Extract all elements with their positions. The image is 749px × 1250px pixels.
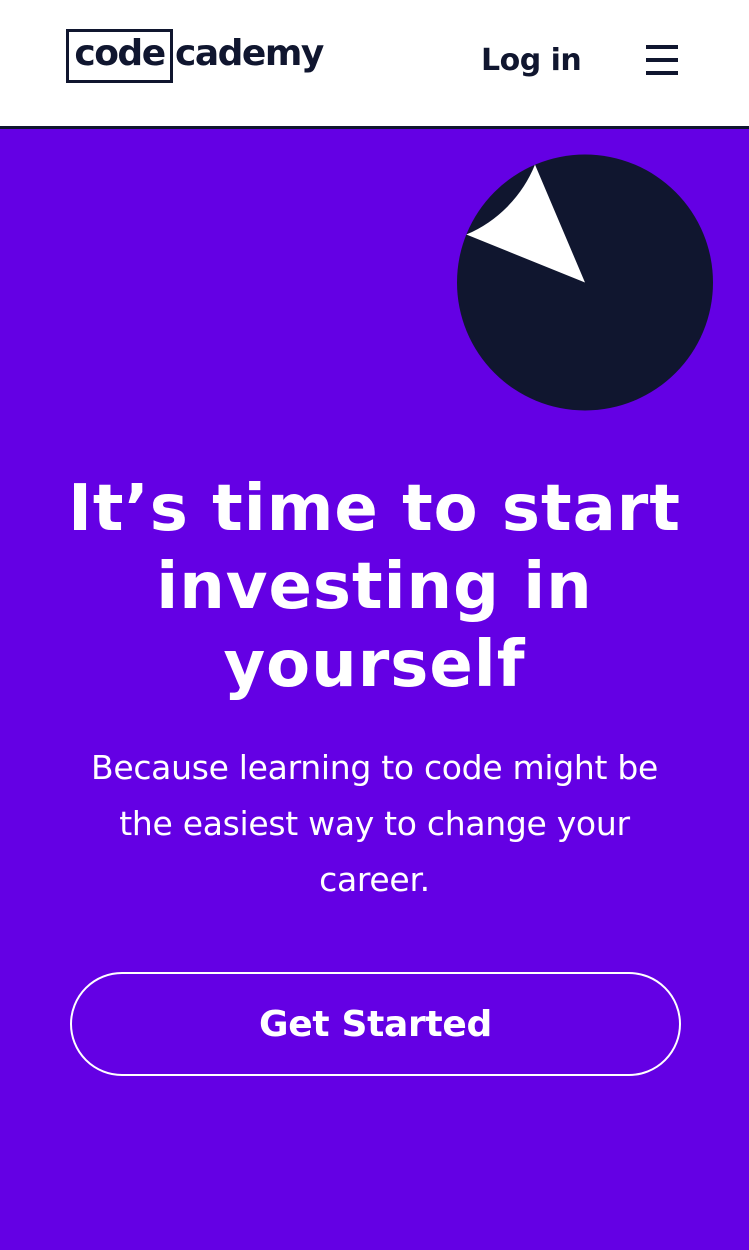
- logo-rest-text: cademy: [175, 33, 324, 74]
- hero-subtitle-line: the easiest way to change your: [119, 804, 630, 843]
- page: code cademy Log in It’s time to start in…: [0, 0, 749, 1250]
- hero-title: It’s time to start investing in yourself: [50, 470, 699, 704]
- login-link[interactable]: Log in: [481, 41, 582, 81]
- get-started-button[interactable]: Get Started: [70, 972, 681, 1076]
- menu-bar-top: [646, 45, 678, 49]
- menu-bar-middle: [646, 58, 678, 62]
- codecademy-logo[interactable]: code cademy: [66, 29, 324, 83]
- site-header: code cademy Log in: [0, 0, 749, 129]
- hero-title-line: investing in: [156, 550, 593, 624]
- logo-box: code: [66, 29, 173, 83]
- hero-subtitle-line: career.: [319, 860, 430, 899]
- hero-title-line: It’s time to start: [68, 472, 681, 546]
- pie-illustration: [457, 154, 713, 411]
- hamburger-menu-icon[interactable]: [646, 45, 678, 75]
- hero-title-line: yourself: [223, 628, 526, 702]
- menu-bar-bottom: [646, 71, 678, 75]
- hero-subtitle-line: Because learning to code might be: [91, 748, 658, 787]
- hero-subtitle: Because learning to code might be the ea…: [64, 740, 685, 908]
- logo-boxed-text: code: [74, 33, 166, 74]
